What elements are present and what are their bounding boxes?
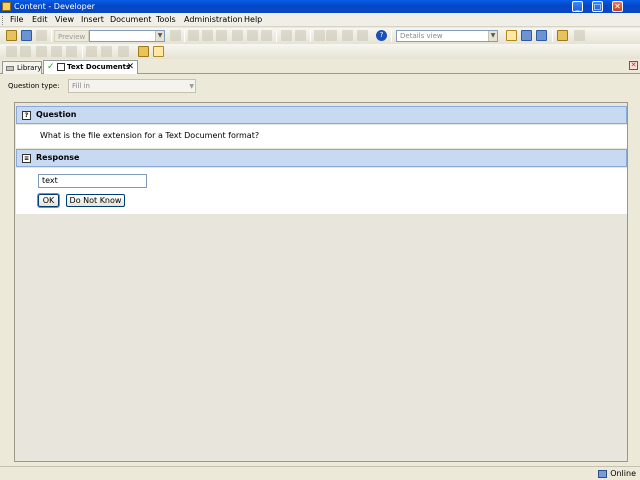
question-header: ? Question — [16, 106, 627, 124]
cut-icon[interactable] — [188, 30, 199, 41]
response-body: text OK Do Not Know — [16, 168, 627, 214]
response-header: ≡ Response — [16, 149, 627, 167]
response-header-label: Response — [36, 153, 80, 162]
standard-toolbar: Preview ▼ ? Details view ▼ — [0, 28, 640, 44]
preview-go-icon[interactable] — [170, 30, 181, 41]
find-icon[interactable] — [261, 30, 272, 41]
check-icon: ✓ — [47, 62, 55, 72]
refresh-icon[interactable] — [574, 30, 585, 41]
question-type-value: Fill in — [72, 82, 90, 90]
preview-combo[interactable]: ▼ — [89, 30, 165, 42]
close-window-button[interactable]: ✕ — [612, 1, 623, 12]
copy-icon[interactable] — [202, 30, 213, 41]
title-bar: Content - Developer _ □ ✕ — [0, 0, 640, 13]
close-tab-icon[interactable]: ✕ — [126, 61, 134, 73]
preview-button[interactable]: Preview — [54, 30, 90, 42]
network-icon — [598, 470, 608, 478]
move-down-icon[interactable] — [101, 46, 112, 57]
edit-mode-icon[interactable] — [153, 46, 164, 57]
frame-alt-icon[interactable] — [66, 46, 77, 57]
tab-strip: Library ✓ Text Documents ✕ — [0, 60, 640, 74]
library-icon — [6, 66, 14, 71]
menu-view[interactable]: View — [55, 15, 74, 25]
menu-edit[interactable]: Edit — [32, 15, 48, 25]
tab-library[interactable]: Library — [2, 61, 42, 74]
save-icon[interactable] — [21, 30, 32, 41]
close-panel-icon[interactable]: ✕ — [629, 61, 638, 70]
chevron-down-icon: ▼ — [155, 31, 164, 41]
minimize-button[interactable]: _ — [572, 1, 583, 12]
pencil-icon[interactable] — [138, 46, 149, 57]
toolbar-separator — [391, 30, 392, 42]
toolbar-separator — [276, 30, 277, 42]
question-doc-icon — [57, 63, 65, 71]
maximize-button[interactable]: □ — [592, 1, 603, 12]
answer-input[interactable]: text — [38, 174, 147, 188]
tab-text-documents[interactable]: ✓ Text Documents ✕ — [43, 60, 138, 74]
question-frame: ? Question What is the file extension fo… — [14, 102, 628, 462]
document-pane: Question type: Fill in ▼ ? Question What… — [2, 74, 638, 466]
menu-help[interactable]: Help — [244, 15, 262, 25]
window-title: Content - Developer — [14, 2, 95, 11]
outdent-icon[interactable] — [20, 46, 31, 57]
ok-button[interactable]: OK — [37, 193, 60, 208]
do-not-know-button[interactable]: Do Not Know — [66, 194, 125, 207]
document-icon[interactable] — [118, 46, 129, 57]
tab-text-documents-label: Text Documents — [67, 63, 131, 71]
folder-up-icon[interactable] — [557, 30, 568, 41]
editing-toolbar — [0, 44, 640, 59]
split-view-icon[interactable] — [536, 30, 547, 41]
question-body: What is the file extension for a Text Do… — [16, 125, 627, 148]
question-type-select[interactable]: Fill in ▼ — [68, 79, 196, 93]
print-icon[interactable] — [36, 30, 47, 41]
toolbar-separator — [310, 30, 311, 42]
details-view-icon[interactable] — [506, 30, 517, 41]
menu-file[interactable]: File — [10, 15, 23, 25]
menu-bar: File Edit View Insert Document Tools Adm… — [0, 13, 640, 27]
toolbar-separator — [552, 30, 553, 42]
undo-icon[interactable] — [281, 30, 292, 41]
forward-icon[interactable] — [36, 46, 47, 57]
question-text: What is the file extension for a Text Do… — [40, 131, 260, 140]
chevron-down-icon: ▼ — [488, 31, 497, 41]
indent-icon[interactable] — [6, 46, 17, 57]
redo-icon[interactable] — [295, 30, 306, 41]
toolbar-separator — [184, 30, 185, 42]
menu-document[interactable]: Document — [110, 15, 151, 25]
status-bar: Online — [0, 466, 640, 480]
menu-administration[interactable]: Administration — [184, 15, 243, 25]
view-select[interactable]: Details view ▼ — [396, 30, 498, 42]
menu-tools[interactable]: Tools — [156, 15, 176, 25]
menu-insert[interactable]: Insert — [81, 15, 104, 25]
online-status: Online — [598, 469, 636, 479]
filter-icon[interactable] — [357, 30, 368, 41]
tab-library-label: Library — [17, 64, 42, 72]
delete-icon[interactable] — [232, 30, 243, 41]
properties-icon[interactable] — [247, 30, 258, 41]
chevron-down-icon: ▼ — [189, 83, 194, 90]
paste-icon[interactable] — [216, 30, 227, 41]
online-status-label: Online — [610, 469, 636, 478]
help-icon[interactable]: ? — [376, 30, 387, 41]
list-view-icon[interactable] — [521, 30, 532, 41]
insert-icon[interactable] — [314, 30, 325, 41]
toolbar-separator — [82, 46, 83, 58]
question-header-label: Question — [36, 110, 77, 119]
binoculars-icon[interactable] — [342, 30, 353, 41]
open-icon[interactable] — [6, 30, 17, 41]
frame-icon[interactable] — [51, 46, 62, 57]
question-icon: ? — [22, 111, 31, 120]
app-icon — [2, 2, 11, 11]
view-select-value: Details view — [400, 32, 443, 40]
menu-grip — [2, 16, 4, 25]
question-type-label: Question type: — [8, 82, 60, 90]
toolbar-separator — [51, 30, 52, 42]
move-up-icon[interactable] — [86, 46, 97, 57]
response-icon: ≡ — [22, 154, 31, 163]
remove-icon[interactable] — [326, 30, 337, 41]
